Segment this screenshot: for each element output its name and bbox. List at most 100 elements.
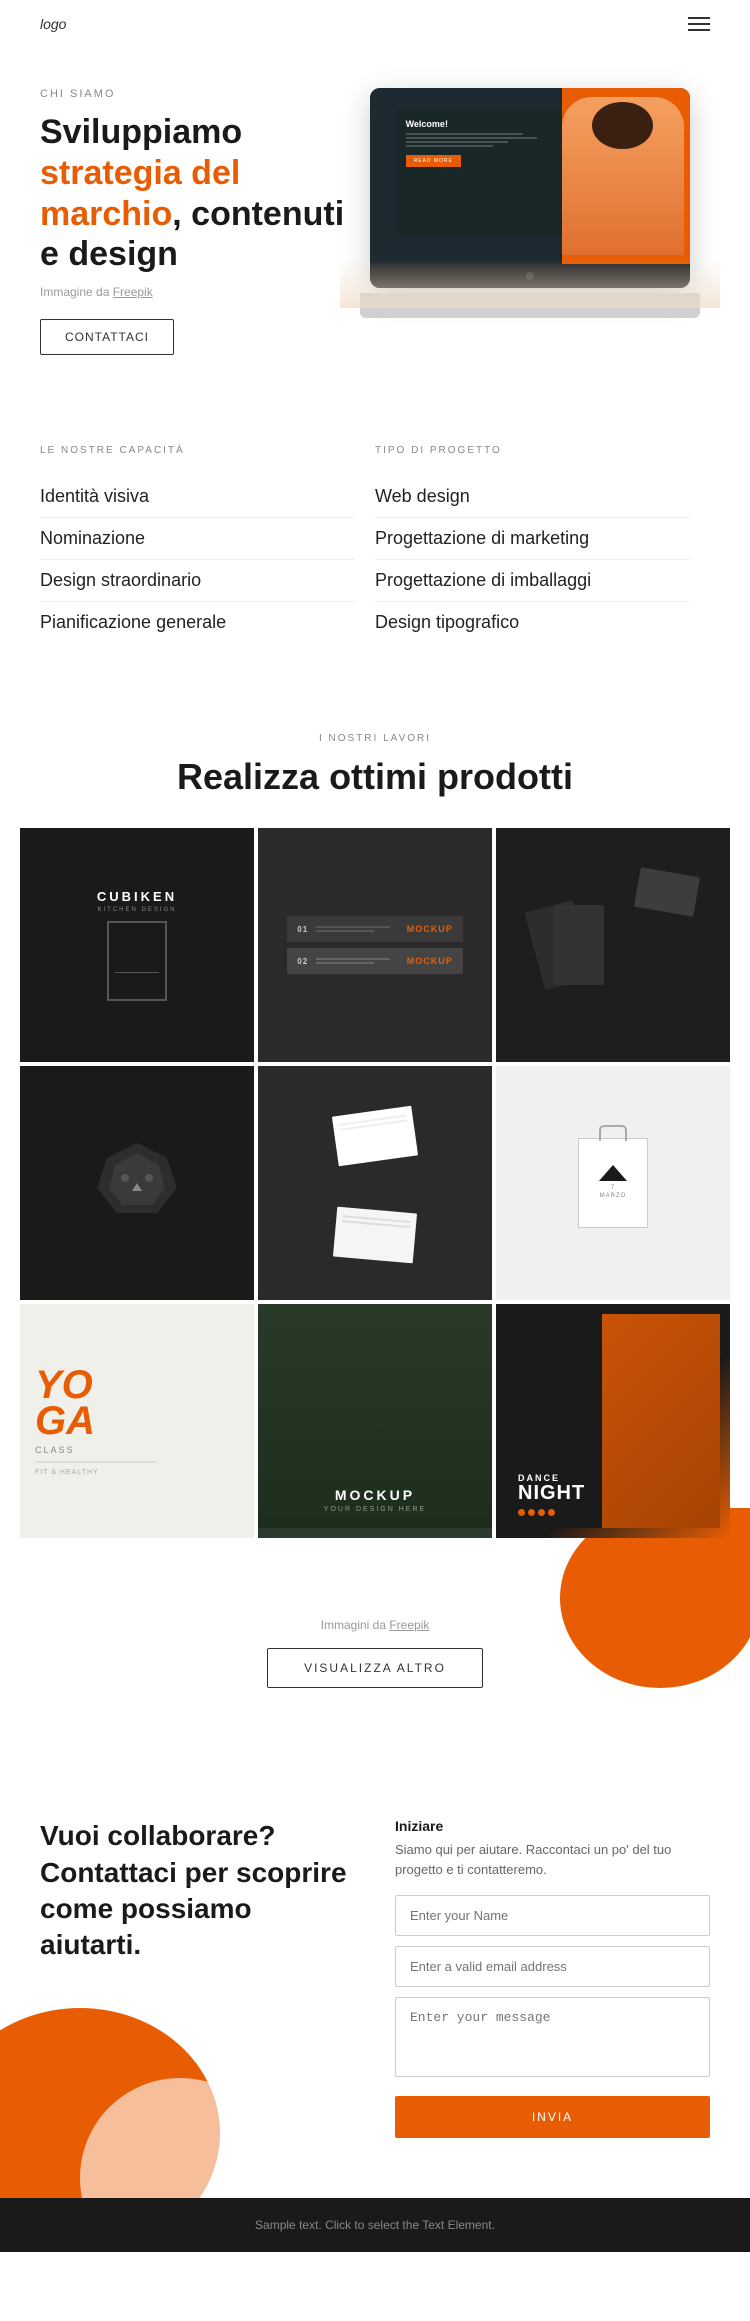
hero-tag: CHI SIAMO <box>40 88 350 100</box>
dance-night-text: NIGHT <box>518 1483 585 1503</box>
lion-svg <box>87 1133 187 1233</box>
portfolio-title: Realizza ottimi prodotti <box>40 756 710 798</box>
navbar: logo <box>0 0 750 48</box>
portfolio-header: I NOSTRI LAVORI Realizza ottimi prodotti <box>0 733 750 798</box>
cap-item[interactable]: Web design <box>375 476 690 518</box>
mockup1-title2: MOCKUP <box>407 956 453 966</box>
portfolio-item-dance[interactable]: DANCE NIGHT <box>496 1304 730 1538</box>
mockup1-content: 01 MOCKUP 02 MOCKUP <box>287 916 463 974</box>
card-tall2 <box>554 905 604 985</box>
cubiken-sub: KITCHEN DESIGN <box>97 907 177 913</box>
portfolio-tag: I NOSTRI LAVORI <box>40 733 710 744</box>
portfolio-credit: Immagini da Freepik <box>40 1618 710 1632</box>
dance-content: DANCE NIGHT <box>506 1314 720 1528</box>
cap-item[interactable]: Progettazione di marketing <box>375 518 690 560</box>
submit-button[interactable]: INVIA <box>395 2096 710 2138</box>
lion-content <box>20 1066 254 1300</box>
mockup2-title: MOCKUP <box>335 1487 415 1503</box>
dance-dots <box>518 1509 585 1516</box>
cap-item[interactable]: Nominazione <box>40 518 355 560</box>
screen-welcome-text: Welcome! <box>406 119 552 129</box>
yoga-content: YOGA CLASS FIT & HEALTHY <box>20 1304 254 1538</box>
hero-image-credit: Immagine da Freepik <box>40 285 350 299</box>
bag-label: 7MARZO <box>600 1185 627 1201</box>
portfolio-section: I NOSTRI LAVORI Realizza ottimi prodotti… <box>0 693 750 1758</box>
mockup1-card1: 01 MOCKUP <box>287 916 463 942</box>
freepik-link[interactable]: Freepik <box>113 285 153 299</box>
cap-item[interactable]: Design tipografico <box>375 602 690 643</box>
form-desc: Siamo qui per aiutare. Raccontaci un po'… <box>395 1840 710 1879</box>
menu-toggle[interactable] <box>688 17 710 31</box>
hamburger-line <box>688 29 710 31</box>
mockup1-card2: 02 MOCKUP <box>287 948 463 974</box>
hero-content: CHI SIAMO Sviluppiamo strategia del marc… <box>40 78 350 355</box>
laptop-container: Welcome! READ MORE <box>370 78 710 318</box>
view-more-button[interactable]: VISUALIZZA ALTRO <box>267 1648 483 1688</box>
hero-title-text1: Sviluppiamo <box>40 113 242 151</box>
capabilities-grid: LE NOSTRE CAPACITÀ Identità visiva Nomin… <box>40 445 710 643</box>
hamburger-line <box>688 17 710 19</box>
portfolio-item-dark-cards[interactable] <box>496 828 730 1062</box>
message-group <box>395 1997 710 2082</box>
portfolio-item-lion[interactable] <box>20 1066 254 1300</box>
footer-text: Sample text. Click to select the Text El… <box>40 2218 710 2232</box>
bc2 <box>333 1207 417 1264</box>
bag-handle <box>599 1125 627 1141</box>
capabilities-col1: LE NOSTRE CAPACITÀ Identità visiva Nomin… <box>40 445 375 643</box>
capabilities-col2: TIPO DI PROGETTO Web design Progettazion… <box>375 445 710 643</box>
cta-right: Iniziare Siamo qui per aiutare. Racconta… <box>395 1818 710 2138</box>
screen-line <box>406 137 538 139</box>
portfolio-item-business-cards[interactable] <box>258 1066 492 1300</box>
name-group <box>395 1895 710 1936</box>
cap-item[interactable]: Pianificazione generale <box>40 602 355 643</box>
contact-button[interactable]: CONTATTACI <box>40 319 174 355</box>
mockup1-label1: 01 <box>297 925 308 934</box>
bc-content <box>281 1101 468 1265</box>
hero-title: Sviluppiamo strategia del marchio, conte… <box>40 112 350 275</box>
portfolio-blob-area <box>0 1538 750 1598</box>
name-input[interactable] <box>395 1895 710 1936</box>
cubiken-name: CUBIKEN <box>97 889 177 904</box>
mockup1-title: MOCKUP <box>407 924 453 934</box>
portfolio-item-yoga[interactable]: YOGA CLASS FIT & HEALTHY <box>20 1304 254 1538</box>
mockup1-label2: 02 <box>297 957 308 966</box>
dance-orange-bg <box>602 1314 720 1528</box>
yoga-big-text: YOGA <box>35 1367 95 1439</box>
portfolio-item-cubiken[interactable]: CUBIKEN KITCHEN DESIGN <box>20 828 254 1062</box>
email-group <box>395 1946 710 1987</box>
mockup1-lines2 <box>316 956 399 966</box>
cap-col2-header: TIPO DI PROGETTO <box>375 445 690 456</box>
dance-text: DANCE NIGHT <box>518 1473 585 1516</box>
portfolio-item-mockup2[interactable]: MOCKUP YOUR DESIGN HERE <box>258 1304 492 1538</box>
portfolio-item-mockup1[interactable]: 01 MOCKUP 02 MOCKUP <box>258 828 492 1062</box>
mockup2-sub: YOUR DESIGN HERE <box>324 1506 426 1513</box>
portfolio-footer: Immagini da Freepik VISUALIZZA ALTRO <box>0 1598 750 1718</box>
message-input[interactable] <box>395 1997 710 2077</box>
hero-section: CHI SIAMO Sviluppiamo strategia del marc… <box>0 48 750 395</box>
screen-line <box>406 141 508 143</box>
cap-item[interactable]: Identità visiva <box>40 476 355 518</box>
screen-card: Welcome! READ MORE <box>396 109 562 236</box>
portfolio-grid: CUBIKEN KITCHEN DESIGN 01 MOCKUP <box>0 828 750 1538</box>
freepik-portfolio-link[interactable]: Freepik <box>389 1618 429 1632</box>
portfolio-item-shopping-bag[interactable]: 7MARZO <box>496 1066 730 1300</box>
dark-cards-content <box>519 852 706 1039</box>
bc1 <box>332 1106 418 1167</box>
hero-image-area: Welcome! READ MORE <box>370 78 710 318</box>
bag-shape: 7MARZO <box>578 1138 648 1228</box>
door-shape <box>107 921 167 1001</box>
screen-line <box>406 145 494 147</box>
email-input[interactable] <box>395 1946 710 1987</box>
footer: Sample text. Click to select the Text El… <box>0 2198 750 2252</box>
cap-item[interactable]: Progettazione di imballaggi <box>375 560 690 602</box>
hands-overlay <box>340 228 720 308</box>
cta-left: Vuoi collaborare? Contattaci per scoprir… <box>40 1818 355 1964</box>
cta-title: Vuoi collaborare? Contattaci per scoprir… <box>40 1818 355 1964</box>
mockup2-content: MOCKUP YOUR DESIGN HERE <box>258 1304 492 1528</box>
screen-line <box>406 133 523 135</box>
person-head <box>592 102 653 150</box>
cap-item[interactable]: Design straordinario <box>40 560 355 602</box>
mockup1-lines <box>316 924 399 934</box>
bag-triangle <box>599 1165 627 1181</box>
yoga-class-label: CLASS <box>35 1445 75 1455</box>
